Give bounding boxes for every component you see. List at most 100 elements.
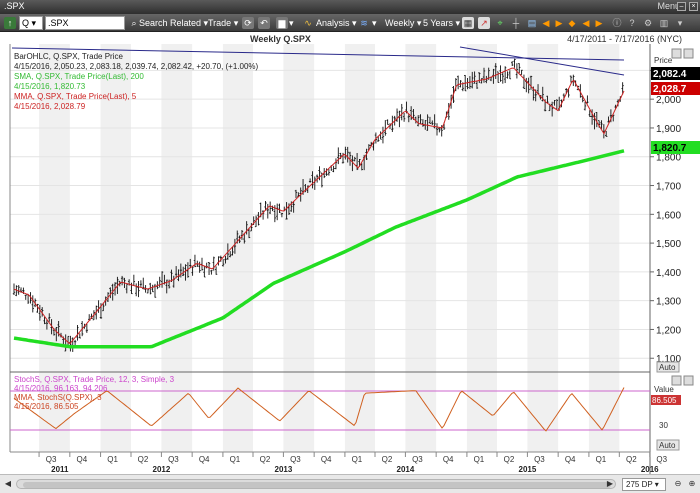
- scroll-left-icon[interactable]: ◀: [540, 17, 552, 29]
- period-label: 275 DP: [626, 480, 653, 489]
- mma-price-value: 2,028.7: [653, 84, 687, 95]
- price-pane-close-icon[interactable]: [683, 48, 694, 59]
- more-options-icon[interactable]: ▾: [674, 17, 686, 29]
- chart-header: Weekly Q.SPX 4/17/2011 - 7/17/2016 (NYC): [0, 32, 700, 44]
- ohlc-bar: [151, 284, 154, 293]
- year-label: 2016: [641, 465, 659, 474]
- symbol-input[interactable]: .SPX: [45, 16, 125, 30]
- folder-icon[interactable]: ▆: [276, 17, 288, 29]
- legend-mma-values: 4/15/2016, 2,028.79: [14, 102, 86, 111]
- settings-icon[interactable]: ⚙: [642, 17, 654, 29]
- compare-icon[interactable]: ▦: [462, 17, 474, 29]
- trade-button[interactable]: Trade ▾: [208, 17, 238, 29]
- zoom-fit-icon[interactable]: ◆: [566, 17, 578, 29]
- scrollbar-track[interactable]: [16, 479, 616, 489]
- scroll-right-arrow-icon[interactable]: ▶: [604, 478, 616, 490]
- ohlc-bar: [280, 212, 284, 218]
- zoom-plus-icon[interactable]: ⊕: [686, 478, 698, 490]
- ohlc-bar: [400, 103, 403, 121]
- zoom-minus-icon[interactable]: ⊖: [672, 478, 684, 490]
- quarter-label: Q3: [534, 455, 545, 464]
- stoch-pane-collapse-icon[interactable]: [671, 375, 682, 386]
- last-price-value: 2,082.4: [653, 69, 687, 80]
- quarter-label: Q3: [656, 455, 667, 464]
- folder-dropdown-icon[interactable]: ▾: [289, 17, 294, 29]
- ohlc-bar: [503, 66, 507, 84]
- grid-icon[interactable]: ▤: [526, 17, 538, 29]
- ohlc-bar: [398, 110, 401, 128]
- chart-type-icon[interactable]: ↗: [478, 17, 490, 29]
- zoom-out-icon[interactable]: ◀: [580, 17, 592, 29]
- legend-sma-name: SMA, Q.SPX, Trade Price(Last), 200: [14, 72, 144, 81]
- symbol-group-value: Q: [22, 18, 30, 28]
- price-tick-label: 1,600: [656, 210, 681, 221]
- price-chart[interactable]: 2,1002,0001,9001,8001,7001,6001,5001,400…: [0, 44, 700, 474]
- ohlc-bar: [268, 201, 272, 215]
- frequency-select[interactable]: Weekly ▾: [385, 17, 421, 29]
- ohlc-bar: [332, 165, 335, 173]
- quarter-label: Q3: [412, 455, 423, 464]
- quarter-label: Q1: [596, 455, 607, 464]
- ohlc-bar: [78, 333, 81, 339]
- ohlc-bar: [508, 70, 512, 80]
- price-tick-label: 1,500: [656, 239, 681, 250]
- analysis-icon[interactable]: ∿: [302, 17, 314, 29]
- close-icon[interactable]: ×: [689, 2, 698, 11]
- refresh-icon[interactable]: ⟳: [242, 17, 254, 29]
- stoch-tick-30: 30: [659, 421, 668, 430]
- quarter-label: Q4: [443, 455, 454, 464]
- related-button[interactable]: Related ▾: [170, 17, 208, 29]
- stoch-value: 86.505: [652, 396, 677, 405]
- time-scrollbar[interactable]: ◀ ▶ 275 DP ▾ ⊖ ⊕: [0, 474, 700, 493]
- window-title: .SPX: [4, 1, 25, 11]
- ohlc-bar: [381, 126, 385, 144]
- ohlc-bar: [266, 203, 269, 219]
- ohlc-bar: [513, 58, 516, 68]
- quarter-label: Q1: [107, 455, 118, 464]
- crosshair-icon[interactable]: ⌖: [494, 17, 506, 29]
- symbol-group-select[interactable]: Q ▾: [19, 16, 43, 30]
- ohlc-bar: [501, 71, 504, 84]
- range-label: 5 Years: [423, 18, 454, 28]
- quarter-label: Q2: [504, 455, 515, 464]
- frequency-label: Weekly: [385, 18, 415, 28]
- ohlc-bar: [135, 283, 138, 297]
- toolbar: ↑ Q ▾ .SPX ⌕ Search Related ▾ Trade ▾ ⟳ …: [0, 14, 700, 32]
- quarter-label: Q1: [474, 455, 485, 464]
- year-label: 2015: [519, 465, 537, 474]
- undo-icon[interactable]: ↶: [258, 17, 270, 29]
- quarter-label: Q1: [352, 455, 363, 464]
- studies-icon[interactable]: ≋: [358, 17, 370, 29]
- minimize-icon[interactable]: –: [677, 2, 686, 11]
- price-tick-label: 1,400: [656, 268, 681, 279]
- link-arrow-icon[interactable]: ↑: [4, 17, 16, 29]
- price-pane-collapse-icon[interactable]: [671, 48, 682, 59]
- analysis-button[interactable]: Analysis ▾: [316, 17, 357, 29]
- help-icon[interactable]: ?: [626, 17, 638, 29]
- range-select[interactable]: 5 Years ▾: [423, 17, 460, 29]
- year-label: 2013: [275, 465, 293, 474]
- scroll-right-icon[interactable]: ▶: [553, 17, 565, 29]
- quarter-label: Q2: [626, 455, 637, 464]
- layout-icon[interactable]: ▥: [658, 17, 670, 29]
- search-button[interactable]: Search: [139, 17, 168, 29]
- scroll-left-arrow-icon[interactable]: ◀: [2, 478, 14, 490]
- ohlc-bar: [506, 71, 509, 79]
- price-tick-label: 1,300: [656, 297, 681, 308]
- price-auto-label: Auto: [659, 363, 676, 372]
- zoom-in-icon[interactable]: ▶: [593, 17, 605, 29]
- info-icon[interactable]: ⓘ: [611, 17, 623, 29]
- studies-dropdown-icon[interactable]: ▾: [372, 17, 377, 29]
- ohlc-bar: [456, 75, 460, 90]
- ohlc-bar: [278, 203, 281, 214]
- scrollbar-thumb[interactable]: [23, 482, 611, 488]
- draw-icon[interactable]: ┼: [510, 17, 522, 29]
- ohlc-bar: [85, 323, 89, 333]
- quarter-label: Q4: [321, 455, 332, 464]
- quarter-label: Q2: [260, 455, 271, 464]
- period-select[interactable]: 275 DP ▾: [622, 478, 666, 491]
- stoch-pane-close-icon[interactable]: [683, 375, 694, 386]
- quarter-label: Q4: [76, 455, 87, 464]
- ohlc-bar: [198, 261, 201, 273]
- legend-stoch-mma-values: 4/15/2016, 86.505: [14, 402, 79, 411]
